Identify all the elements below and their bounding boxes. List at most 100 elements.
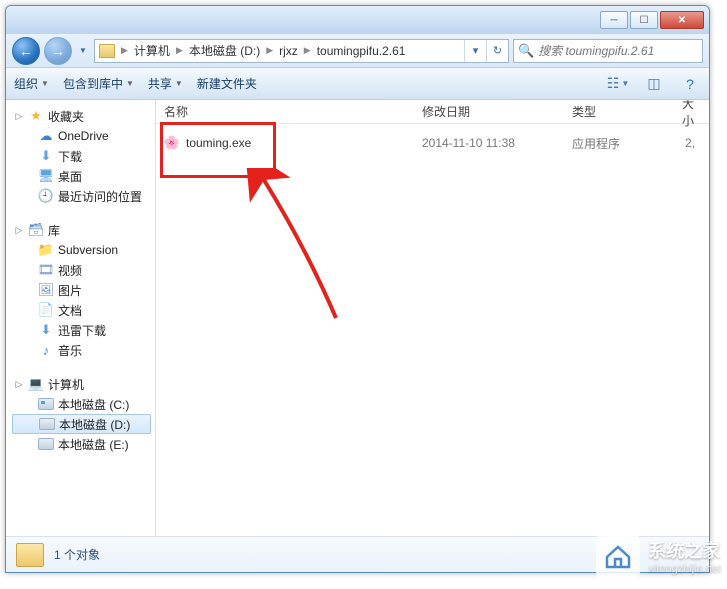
file-list[interactable]: 🌸 touming.exe 2014-11-10 11:38 应用程序 2, [156,124,709,536]
chevron-down-icon: ▼ [175,79,183,88]
tree-recent[interactable]: 🕘 最近访问的位置 [8,186,155,206]
refresh-button[interactable]: ↻ [486,40,508,62]
tree-documents[interactable]: 📄 文档 [8,300,155,320]
watermark-logo-icon [596,534,640,578]
history-dropdown[interactable]: ▼ [76,40,90,62]
expand-icon[interactable]: ▷ [14,225,24,236]
breadcrumb-computer[interactable]: 计算机 [130,40,174,62]
tree-label: 计算机 [48,376,84,393]
tree-label: 下载 [58,148,82,165]
download-icon: ⬇ [38,148,54,164]
chevron-right-icon: ▶ [174,45,185,56]
drive-icon [38,398,54,410]
recent-icon: 🕘 [38,188,54,204]
search-box[interactable]: 🔍 [513,39,703,63]
tree-libraries[interactable]: ▷ 🗃 库 [8,220,155,240]
tree-pictures[interactable]: 🖼 图片 [8,280,155,300]
tree-label: OneDrive [58,129,109,143]
tree-label: 文档 [58,302,82,319]
tree-computer[interactable]: ▷ 💻 计算机 [8,374,155,394]
library-icon: 🗃 [28,222,44,238]
back-button[interactable]: ← [12,37,40,65]
command-bar: 组织▼ 包含到库中▼ 共享▼ 新建文件夹 ☷▼ ◫ ? [6,68,709,100]
chevron-right-icon: ▶ [264,45,275,56]
status-text: 1 个对象 [54,546,100,563]
tree-subversion[interactable]: 📁 Subversion [8,240,155,260]
arrow-left-icon: ← [19,43,33,59]
column-type[interactable]: 类型 [564,103,674,120]
tree-label: 本地磁盘 (E:) [58,436,129,453]
annotation-arrow [236,168,346,328]
chevron-down-icon: ▼ [41,79,49,88]
search-input[interactable] [538,44,698,58]
tree-label: 视频 [58,262,82,279]
tree-drive-d[interactable]: 本地磁盘 (D:) [12,414,151,434]
tree-favorites[interactable]: ▷ ★ 收藏夹 [8,106,155,126]
file-row[interactable]: 🌸 touming.exe 2014-11-10 11:38 应用程序 2, [156,132,709,154]
file-size: 2, [674,136,709,150]
watermark-sub: xitongzhijia.net [648,563,721,575]
computer-icon: 💻 [28,376,44,392]
include-library-menu[interactable]: 包含到库中▼ [63,75,134,92]
column-name[interactable]: 名称 [156,103,414,120]
exe-icon: 🌸 [164,135,180,151]
tree-thunder[interactable]: ⬇ 迅雷下载 [8,320,155,340]
watermark: 系统之家 xitongzhijia.net [596,534,721,578]
explorer-window: ─ ☐ ✕ ← → ▼ ▶ 计算机 ▶ 本地磁盘 (D:) ▶ rjxz ▶ t… [5,5,710,573]
search-icon: 🔍 [518,43,534,59]
tree-label: 图片 [58,282,82,299]
breadcrumb-drive-d[interactable]: 本地磁盘 (D:) [185,40,264,62]
tree-label: 迅雷下载 [58,322,106,339]
tree-downloads[interactable]: ⬇ 下载 [8,146,155,166]
folder-icon [16,543,44,567]
tree-drive-c[interactable]: 本地磁盘 (C:) [8,394,155,414]
file-date: 2014-11-10 11:38 [414,136,564,150]
tree-drive-e[interactable]: 本地磁盘 (E:) [8,434,155,454]
address-bar[interactable]: ▶ 计算机 ▶ 本地磁盘 (D:) ▶ rjxz ▶ toumingpifu.2… [94,39,509,63]
tree-onedrive[interactable]: ☁ OneDrive [8,126,155,146]
tree-videos[interactable]: 🎞 视频 [8,260,155,280]
desktop-icon: 🖥 [38,168,54,184]
column-date[interactable]: 修改日期 [414,103,564,120]
drive-icon [39,418,55,430]
help-button[interactable]: ? [679,74,701,94]
organize-menu[interactable]: 组织▼ [14,75,49,92]
arrow-right-icon: → [51,43,65,59]
folder-icon [99,44,115,58]
tree-music[interactable]: ♪ 音乐 [8,340,155,360]
nav-row: ← → ▼ ▶ 计算机 ▶ 本地磁盘 (D:) ▶ rjxz ▶ touming… [6,34,709,68]
preview-pane-button[interactable]: ◫ [643,74,665,94]
address-dropdown[interactable]: ▾ [464,40,486,62]
chevron-right-icon: ▶ [302,45,313,56]
file-name: touming.exe [186,136,251,150]
watermark-title: 系统之家 [648,541,720,561]
maximize-button[interactable]: ☐ [630,11,658,29]
minimize-button[interactable]: ─ [600,11,628,29]
chevron-right-icon: ▶ [119,45,130,56]
file-list-pane: 名称 修改日期 类型 大小 🌸 touming.exe 2014-11-10 1… [156,100,709,536]
share-menu[interactable]: 共享▼ [148,75,183,92]
new-folder-button[interactable]: 新建文件夹 [197,75,257,92]
forward-button[interactable]: → [44,37,72,65]
breadcrumb-rjxz[interactable]: rjxz [275,40,302,62]
tree-label: 收藏夹 [48,108,84,125]
document-icon: 📄 [38,302,54,318]
close-button[interactable]: ✕ [660,11,704,29]
breadcrumb-toumingpifu[interactable]: toumingpifu.2.61 [313,40,410,62]
tree-label: Subversion [58,243,118,257]
file-type: 应用程序 [564,135,674,152]
video-icon: 🎞 [38,262,54,278]
expand-icon[interactable]: ▷ [14,379,24,390]
view-options-button[interactable]: ☷▼ [607,74,629,94]
navigation-pane[interactable]: ▷ ★ 收藏夹 ☁ OneDrive ⬇ 下载 🖥 桌面 🕘 [6,100,156,536]
column-headers: 名称 修改日期 类型 大小 [156,100,709,124]
music-icon: ♪ [38,342,54,358]
tree-label: 音乐 [58,342,82,359]
star-icon: ★ [28,108,44,124]
tree-desktop[interactable]: 🖥 桌面 [8,166,155,186]
expand-icon[interactable]: ▷ [14,111,24,122]
title-bar: ─ ☐ ✕ [6,6,709,34]
picture-icon: 🖼 [38,282,54,298]
subversion-icon: 📁 [38,242,54,258]
cloud-icon: ☁ [38,128,54,144]
